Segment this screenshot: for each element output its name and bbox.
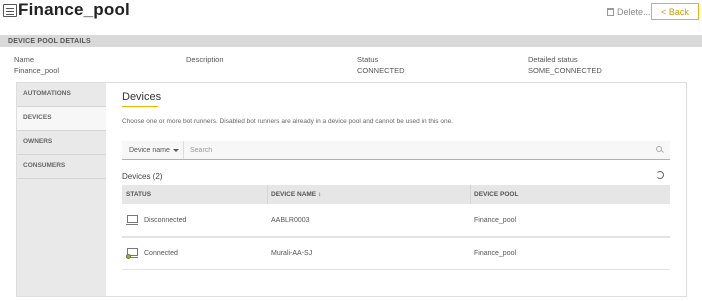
sidebar-item-automations[interactable]: AUTOMATIONS bbox=[17, 83, 106, 107]
detail-label: Name bbox=[14, 55, 35, 64]
device-name-cell: AABLR0003 bbox=[271, 216, 310, 224]
title-underline bbox=[122, 106, 158, 107]
status-text: Connected bbox=[144, 250, 178, 257]
detail-label: Detailed status bbox=[528, 55, 578, 64]
search-icon[interactable] bbox=[656, 146, 664, 154]
caret-down-icon bbox=[172, 148, 179, 152]
table-row[interactable]: Connected Murali-AA-SJ Finance_pool bbox=[122, 237, 670, 270]
device-pool-icon bbox=[3, 4, 17, 17]
device-pool-cell: Finance_pool bbox=[474, 250, 517, 257]
filter-dropdown[interactable]: Device name bbox=[122, 141, 184, 159]
devices-count: Devices (2) bbox=[122, 171, 163, 181]
device-pool-cell: Finance_pool bbox=[474, 216, 517, 224]
column-header-device-pool[interactable]: DEVICE POOL bbox=[471, 185, 670, 204]
filter-label: Device name bbox=[129, 146, 170, 154]
pc-connected-icon bbox=[126, 248, 138, 259]
search-bar: Device name bbox=[122, 141, 670, 160]
detail-detailed-status: Detailed status SOME_CONNECTED bbox=[528, 54, 602, 76]
detail-description: Description bbox=[186, 54, 224, 65]
column-header-status[interactable]: STATUS bbox=[122, 185, 268, 204]
delete-label: Delete... bbox=[617, 7, 651, 17]
detail-label: Status bbox=[357, 55, 379, 64]
page-header: Finance_pool Delete... < Back bbox=[0, 0, 702, 34]
table-header: STATUS DEVICE NAME ↕ DEVICE POOL bbox=[122, 185, 670, 204]
detail-value: CONNECTED bbox=[357, 66, 405, 75]
trash-icon bbox=[607, 8, 614, 16]
status-cell: Disconnected bbox=[122, 214, 268, 226]
sidebar-item-owners[interactable]: OWNERS bbox=[17, 131, 106, 155]
devices-table: STATUS DEVICE NAME ↕ DEVICE POOL Disconn… bbox=[122, 185, 670, 270]
devices-panel: Devices Choose one or more bot runners. … bbox=[106, 83, 686, 296]
delete-button[interactable]: Delete... bbox=[607, 7, 651, 17]
detail-value: SOME_CONNECTED bbox=[528, 66, 602, 75]
sidebar: AUTOMATIONS DEVICES OWNERS CONSUMERS bbox=[17, 83, 113, 296]
sidebar-item-consumers[interactable]: CONSUMERS bbox=[17, 155, 106, 179]
section-header-details: DEVICE POOL DETAILS bbox=[0, 35, 702, 47]
refresh-icon[interactable] bbox=[656, 171, 664, 179]
detail-value: Finance_pool bbox=[14, 66, 60, 75]
table-row[interactable]: Disconnected AABLR0003 Finance_pool bbox=[122, 204, 670, 237]
sidebar-item-devices[interactable]: DEVICES bbox=[17, 107, 113, 131]
column-header-device-name[interactable]: DEVICE NAME ↕ bbox=[268, 185, 471, 204]
devices-title: Devices bbox=[122, 91, 162, 103]
search-input[interactable] bbox=[184, 141, 656, 159]
page-title: Finance_pool bbox=[18, 0, 130, 19]
detail-label: Description bbox=[186, 55, 224, 64]
status-cell: Connected bbox=[122, 248, 268, 259]
pc-disconnected-icon bbox=[126, 214, 138, 226]
status-text: Disconnected bbox=[144, 216, 187, 224]
back-button[interactable]: < Back bbox=[651, 3, 699, 20]
detail-status: Status CONNECTED bbox=[357, 54, 405, 76]
device-name-cell: Murali-AA-SJ bbox=[271, 250, 313, 257]
content-panel: AUTOMATIONS DEVICES OWNERS CONSUMERS Dev… bbox=[16, 82, 687, 297]
detail-name: Name Finance_pool bbox=[14, 54, 59, 76]
devices-help-text: Choose one or more bot runners. Disabled… bbox=[122, 118, 453, 125]
devices-count-row: Devices (2) bbox=[122, 169, 670, 183]
